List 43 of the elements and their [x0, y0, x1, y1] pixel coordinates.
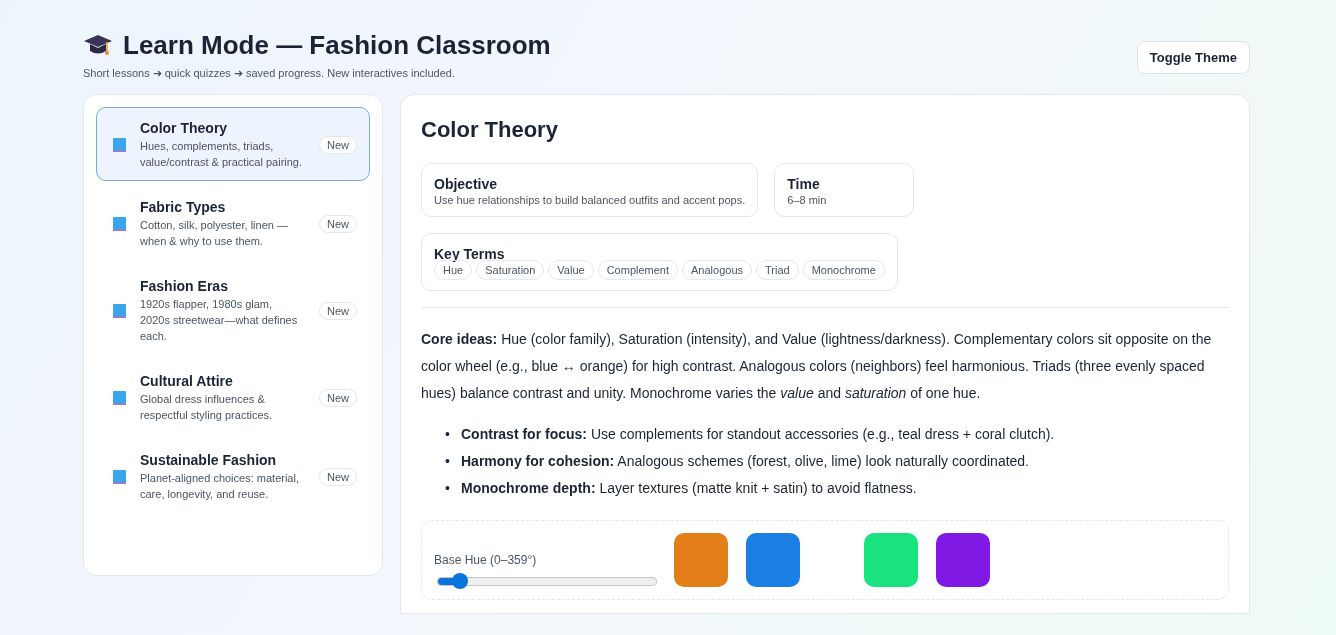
- core-ideas-paragraph: Core ideas: Hue (color family), Saturation (intensity), and Value (lightness/darkness). Complementary colors sit opposite on the color wheel (e.g., blue ↔ orange) for high contrast. Analogous colors (neighbors) feel harmonious. Triads (three evenly spaced hues) balance contrast and unity. Monochrome varies the value and saturation of one hue.: [421, 330, 1213, 403]
- tip-item: Monochrome depth: Layer textures (matte knit + satin) to avoid flatness.: [461, 479, 917, 498]
- tip-item: Contrast for focus: Use complements for standout accessories (e.g., teal dress + coral clutch).: [461, 425, 1055, 444]
- bullet-marker: •: [445, 479, 451, 498]
- book-icon: [113, 138, 126, 152]
- lesson-title: Fabric Types: [140, 199, 227, 215]
- lesson-description: Cotton, silk, polyester, linen — when & why to use them.: [140, 218, 289, 249]
- book-icon: [113, 470, 126, 484]
- new-badge: New: [319, 389, 357, 407]
- lesson-item[interactable]: Cultural Attire Global dress influences & respectful styling practices. New: [96, 360, 370, 434]
- page-subtitle: Short lessons ➜ quick quizzes ➜ saved progress. New interactives included.: [83, 67, 456, 80]
- slider-label: Base Hue (0–359°): [434, 553, 538, 567]
- slider-thumb[interactable]: [451, 573, 468, 589]
- tip-item: Harmony for cohesion: Analogous schemes (forest, olive, lime) look naturally coordinated.: [461, 452, 1029, 471]
- new-badge: New: [319, 468, 357, 486]
- lesson-description: Planet-aligned choices: material, care, longevity, and reuse.: [140, 471, 300, 502]
- page-title: Learn Mode — Fashion Classroom: [123, 30, 551, 61]
- lesson-description: Global dress influences & respectful styling practices.: [140, 392, 274, 423]
- lesson-title: Cultural Attire: [140, 373, 234, 389]
- card-label: Key Terms: [434, 246, 506, 262]
- lesson-description: 1920s flapper, 1980s glam, 2020s streetwear—what defines each.: [140, 297, 299, 344]
- lesson-description: Hues, complements, triads, value/contrast & practical pairing.: [140, 139, 304, 170]
- lesson-item[interactable]: Sustainable Fashion Planet-aligned choices: material, care, longevity, and reuse. New: [96, 439, 370, 513]
- lesson-heading: Color Theory: [421, 117, 559, 143]
- card-text: 6–8 min: [787, 194, 828, 206]
- book-icon: [113, 391, 126, 405]
- bullet-marker: •: [445, 425, 451, 444]
- card-label: Time: [787, 176, 821, 192]
- lesson-title: Fashion Eras: [140, 278, 229, 294]
- book-icon: [113, 217, 126, 231]
- lesson-item[interactable]: Color Theory Hues, complements, triads, value/contrast & practical pairing. New: [96, 107, 370, 181]
- lesson-item[interactable]: Fashion Eras 1920s flapper, 1980s glam, 2020s streetwear—what defines each. New: [96, 265, 370, 355]
- bullet-marker: •: [445, 452, 451, 471]
- lesson-title: Color Theory: [140, 120, 229, 136]
- toggle-theme-button[interactable]: Toggle Theme: [1136, 41, 1250, 74]
- book-icon: [113, 304, 126, 318]
- new-badge: New: [319, 136, 357, 154]
- lesson-item[interactable]: Fabric Types Cotton, silk, polyester, linen — when & why to use them. New: [96, 186, 370, 260]
- lesson-title: Sustainable Fashion: [140, 452, 278, 468]
- new-badge: New: [319, 302, 357, 320]
- new-badge: New: [319, 215, 357, 233]
- card-text: Use hue relationships to build balanced outfits and accent pops.: [434, 194, 746, 206]
- card-label: Objective: [434, 176, 499, 192]
